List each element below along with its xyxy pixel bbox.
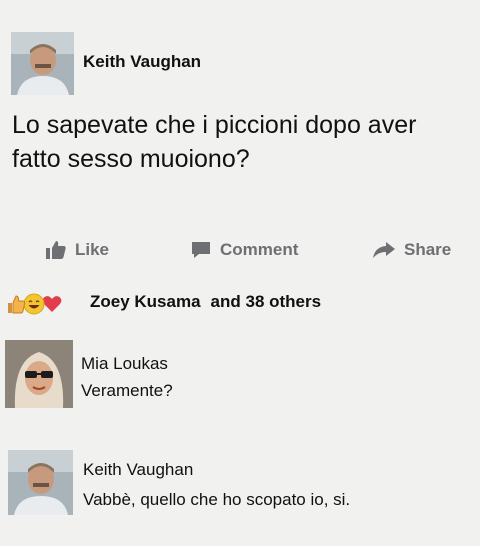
comment-button[interactable]: Comment bbox=[190, 234, 298, 266]
share-label: Share bbox=[404, 240, 452, 259]
comment-bubble-icon bbox=[190, 240, 212, 260]
comment-author-name[interactable]: Keith Vaughan bbox=[83, 460, 193, 480]
post-author-avatar[interactable] bbox=[11, 32, 74, 95]
comment-label: Comment bbox=[220, 240, 299, 259]
post-author-name[interactable]: Keith Vaughan bbox=[83, 52, 201, 72]
reactor-others-count[interactable]: and 38 others bbox=[211, 292, 322, 312]
comment-author-name[interactable]: Mia Loukas bbox=[81, 354, 168, 374]
comment-author-avatar[interactable] bbox=[8, 450, 73, 515]
post-text: Lo sapevate che i piccioni dopo aver fat… bbox=[12, 111, 417, 173]
comment-author-avatar[interactable] bbox=[5, 340, 73, 408]
comment-text: Veramente? bbox=[81, 381, 173, 400]
share-button[interactable]: Share bbox=[372, 234, 451, 266]
comment-text: Vabbè, quello che ho scopato io, si. bbox=[83, 490, 351, 509]
thumbs-up-icon bbox=[5, 293, 27, 315]
post-action-bar: Like Comment Share bbox=[0, 234, 480, 266]
like-label: Like bbox=[75, 240, 110, 259]
reaction-icons[interactable] bbox=[5, 290, 62, 318]
reactors-summary[interactable]: Zoey Kusama and 38 others bbox=[90, 292, 321, 312]
reactor-first-name[interactable]: Zoey Kusama bbox=[90, 292, 201, 312]
like-button[interactable]: Like bbox=[45, 234, 109, 266]
thumbs-up-icon bbox=[45, 240, 67, 260]
share-arrow-icon bbox=[372, 240, 396, 260]
